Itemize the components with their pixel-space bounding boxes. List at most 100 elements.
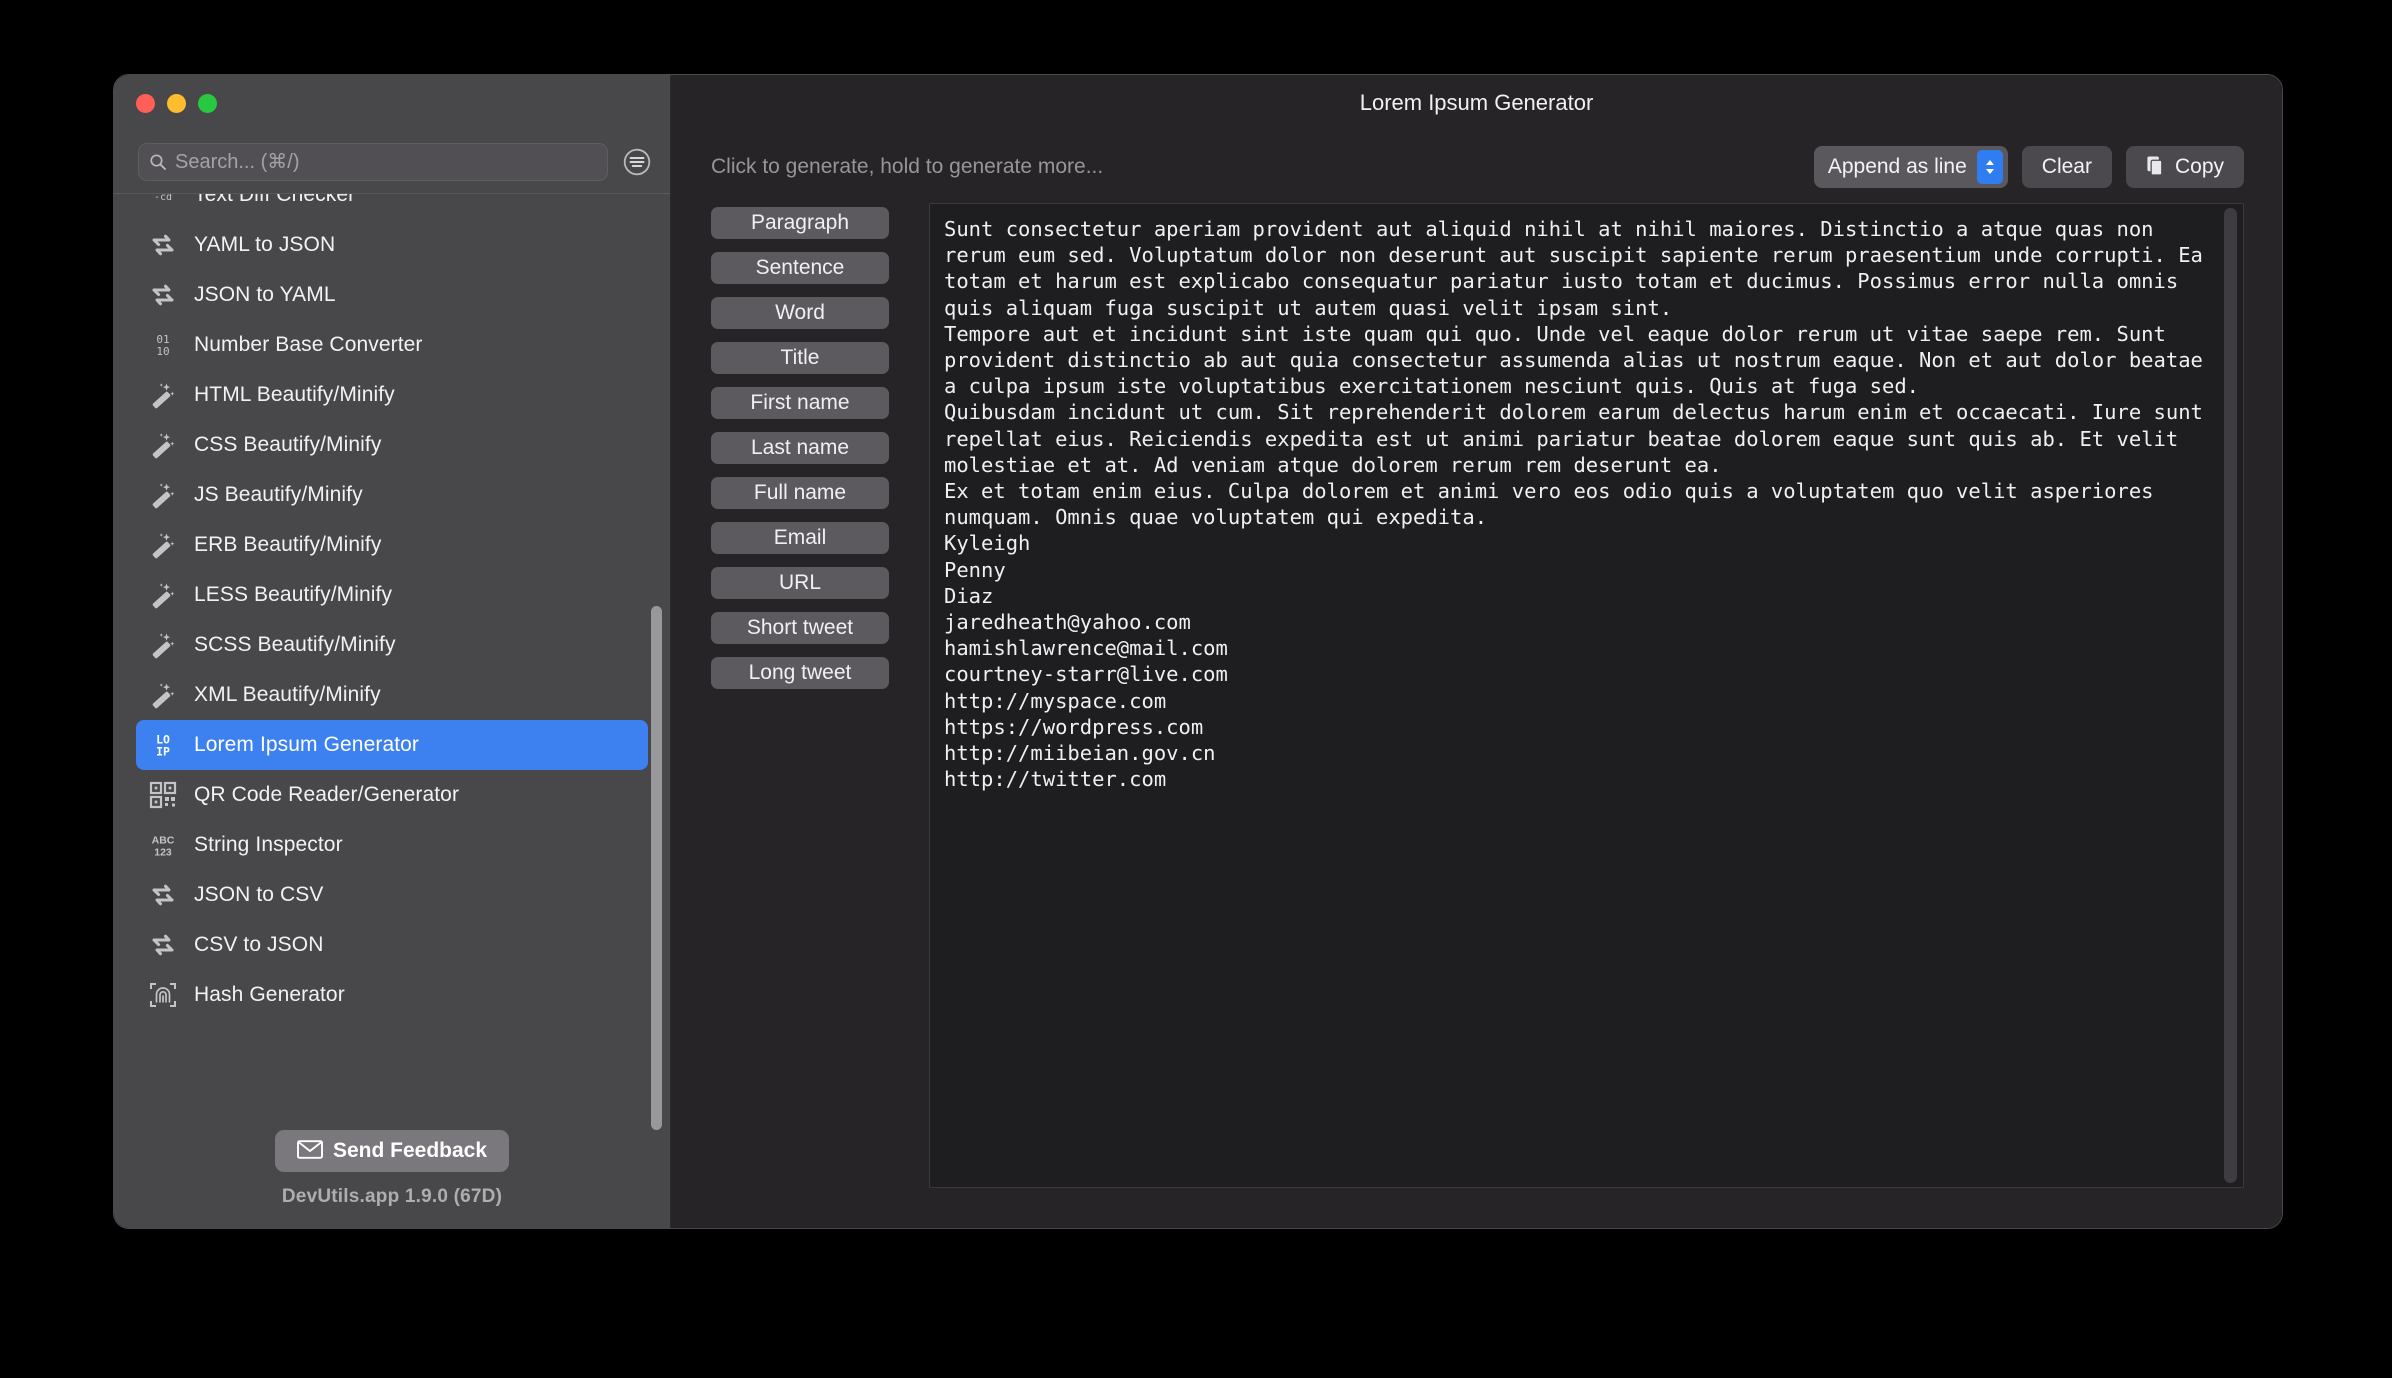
swap-arrows-icon — [148, 880, 178, 910]
generate-first-name-button[interactable]: First name — [711, 387, 889, 419]
generate-hint-label: Click to generate, hold to generate more… — [711, 155, 1104, 178]
copy-label: Copy — [2174, 155, 2224, 178]
app-version-label: DevUtils.app 1.9.0 (67D) — [281, 1186, 503, 1207]
qr-code-icon — [148, 780, 178, 810]
sidebar-item-label: JS Beautify/Minify — [194, 483, 363, 506]
sidebar-item-scss-beautify-minify[interactable]: SCSS Beautify/Minify — [136, 620, 648, 670]
stepper-updown-icon[interactable] — [1976, 150, 2003, 184]
search-input[interactable] — [175, 150, 597, 174]
sidebar-item-label: LESS Beautify/Minify — [194, 583, 393, 606]
generate-paragraph-button[interactable]: Paragraph — [711, 207, 889, 239]
generate-email-button[interactable]: Email — [711, 522, 889, 554]
zoom-button[interactable] — [198, 93, 217, 113]
app-window: -cd Text Diff Checker YAML to JSON JSON to … — [113, 74, 2283, 1229]
generate-short-tweet-button[interactable]: Short tweet — [711, 612, 889, 644]
sidebar-footer: Send Feedback DevUtils.app 1.9.0 (67D) — [114, 1130, 670, 1228]
sidebar-item-label: ERB Beautify/Minify — [194, 533, 382, 556]
sidebar-item-label: YAML to JSON — [194, 233, 336, 256]
sidebar-item-lorem-ipsum-generator[interactable]: LO IP Lorem Ipsum Generator — [136, 720, 648, 770]
search-box[interactable] — [138, 143, 608, 181]
svg-text:ABC: ABC — [152, 835, 175, 847]
envelope-icon — [297, 1140, 323, 1162]
output-scrollbar[interactable] — [2224, 208, 2237, 1183]
binary-icon: 01 10 — [148, 330, 178, 360]
send-feedback-button[interactable]: Send Feedback — [274, 1130, 510, 1172]
magic-wand-icon — [148, 630, 178, 660]
output-textarea[interactable]: Sunt consectetur aperiam provident aut a… — [930, 204, 2243, 1187]
toolbar-actions: Append as line Clear Copy — [1813, 146, 2244, 188]
sidebar-item-label: Number Base Converter — [194, 333, 423, 356]
svg-text:-cd: -cd — [154, 194, 172, 203]
generate-sentence-button[interactable]: Sentence — [711, 252, 889, 284]
sidebar-item-label: QR Code Reader/Generator — [194, 783, 460, 806]
sidebar-item-hash-generator[interactable]: Hash Generator — [136, 970, 648, 1020]
svg-text:123: 123 — [154, 847, 172, 859]
minimize-button[interactable] — [167, 93, 186, 113]
sidebar-item-label: Hash Generator — [194, 983, 345, 1006]
page-title: Lorem Ipsum Generator — [1359, 90, 1594, 115]
sidebar-item-js-beautify-minify[interactable]: JS Beautify/Minify — [136, 470, 648, 520]
sidebar-list: -cd Text Diff Checker YAML to JSON JSON to … — [114, 194, 670, 1130]
generate-full-name-button[interactable]: Full name — [711, 477, 889, 509]
sidebar-item-number-base-converter[interactable]: 01 10 Number Base Converter — [136, 320, 648, 370]
sidebar-item-xml-beautify-minify[interactable]: XML Beautify/Minify — [136, 670, 648, 720]
generate-word-button[interactable]: Word — [711, 297, 889, 329]
sidebar-item-yaml-to-json[interactable]: YAML to JSON — [136, 220, 648, 270]
magic-wand-icon — [148, 480, 178, 510]
sidebar-item-label: Lorem Ipsum Generator — [194, 733, 420, 756]
sidebar-item-label: JSON to CSV — [194, 883, 324, 906]
search-icon — [149, 153, 167, 171]
sidebar-item-label: CSV to JSON — [194, 933, 324, 956]
lorem-ipsum-icon: LO IP — [148, 730, 178, 760]
sidebar-item-string-inspector[interactable]: ABC 123 String Inspector — [136, 820, 648, 870]
sidebar-scrollbar[interactable] — [651, 606, 662, 1130]
generate-last-name-button[interactable]: Last name — [711, 432, 889, 464]
abc123-icon: ABC 123 — [148, 830, 178, 860]
close-button[interactable] — [136, 93, 155, 113]
fingerprint-icon — [148, 980, 178, 1010]
sidebar-item-csv-to-json[interactable]: CSV to JSON — [136, 920, 648, 970]
content-row: Paragraph Sentence Word Title First name Last… — [671, 203, 2282, 1228]
generate-long-tweet-button[interactable]: Long tweet — [711, 657, 889, 689]
sidebar-item-qr-code-reader-generator[interactable]: QR Code Reader/Generator — [136, 770, 648, 820]
sidebar-item-json-to-yaml[interactable]: JSON to YAML — [136, 270, 648, 320]
magic-wand-icon — [148, 680, 178, 710]
svg-text:10: 10 — [156, 345, 169, 358]
sidebar-item-less-beautify-minify[interactable]: LESS Beautify/Minify — [136, 570, 648, 620]
sidebar-item-label: JSON to YAML — [194, 283, 336, 306]
output-textarea-wrapper[interactable]: Sunt consectetur aperiam provident aut a… — [929, 203, 2244, 1188]
sidebar-item-css-beautify-minify[interactable]: CSS Beautify/Minify — [136, 420, 648, 470]
generate-url-button[interactable]: URL — [711, 567, 889, 599]
sidebar-item-label: Text Diff Checker — [194, 194, 356, 206]
sidebar-item-label: String Inspector — [194, 833, 343, 856]
generator-buttons: Paragraph Sentence Word Title First name Last… — [711, 203, 889, 1188]
sidebar-item-label: XML Beautify/Minify — [194, 683, 381, 706]
clear-button[interactable]: Clear — [2021, 146, 2112, 188]
magic-wand-icon — [148, 430, 178, 460]
swap-arrows-icon — [148, 930, 178, 960]
sidebar-item-label: SCSS Beautify/Minify — [194, 633, 396, 656]
swap-arrows-icon — [148, 230, 178, 260]
sidebar-item-text-diff-checker[interactable]: -cd Text Diff Checker — [136, 194, 648, 220]
copy-documents-icon — [2146, 155, 2165, 179]
generate-title-button[interactable]: Title — [711, 342, 889, 374]
sidebar-item-html-beautify-minify[interactable]: HTML Beautify/Minify — [136, 370, 648, 420]
sidebar-item-label: HTML Beautify/Minify — [194, 383, 395, 406]
sidebar-item-json-to-csv[interactable]: JSON to CSV — [136, 870, 648, 920]
swap-arrows-icon — [148, 280, 178, 310]
toolbar: Click to generate, hold to generate more… — [671, 131, 2282, 203]
magic-wand-icon — [148, 530, 178, 560]
send-feedback-label: Send Feedback — [332, 1139, 488, 1162]
magic-wand-icon — [148, 380, 178, 410]
sidebar-item-label: CSS Beautify/Minify — [194, 433, 382, 456]
sidebar-item-erb-beautify-minify[interactable]: ERB Beautify/Minify — [136, 520, 648, 570]
append-mode-popup[interactable]: Append as line — [1813, 146, 2008, 188]
append-mode-label: Append as line — [1827, 155, 1967, 178]
copy-button[interactable]: Copy — [2125, 146, 2244, 188]
filter-list-icon[interactable] — [622, 147, 652, 177]
window-traffic-lights — [114, 75, 670, 131]
clear-label: Clear — [2041, 155, 2092, 178]
search-row — [114, 131, 670, 193]
screen: -cd Text Diff Checker YAML to JSON JSON to … — [0, 0, 2392, 1378]
main-pane: Lorem Ipsum Generator Click to generate,… — [671, 75, 2282, 1228]
